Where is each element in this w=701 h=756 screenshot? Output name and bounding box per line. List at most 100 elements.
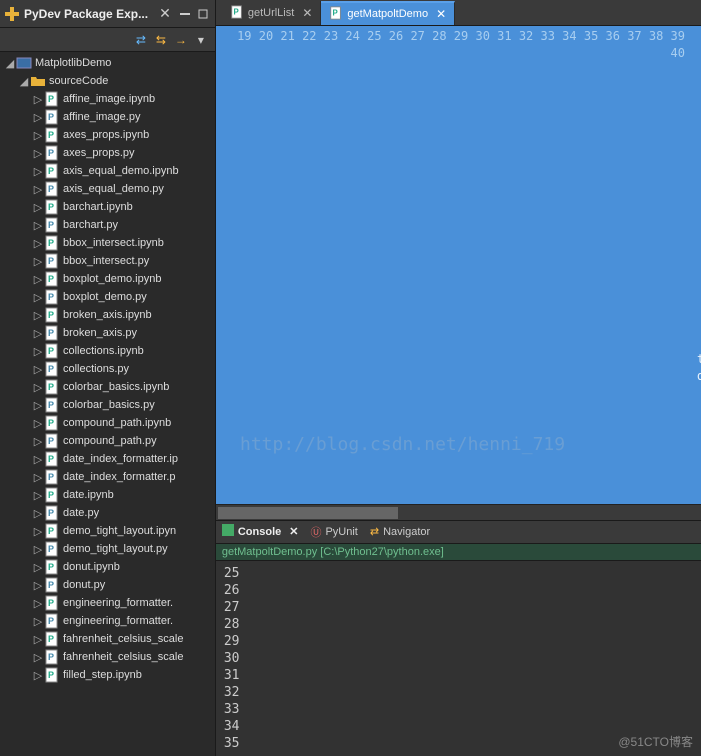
chevron-right-icon[interactable]: ▷ (32, 525, 44, 538)
chevron-right-icon[interactable]: ▷ (32, 147, 44, 160)
chevron-right-icon[interactable]: ▷ (32, 291, 44, 304)
chevron-right-icon[interactable]: ▷ (32, 399, 44, 412)
close-icon[interactable]: ✕ (289, 525, 298, 538)
python-file-icon: P (329, 6, 343, 23)
file-node[interactable]: ▷Paxis_equal_demo.py (0, 180, 215, 198)
chevron-right-icon[interactable]: ▷ (32, 219, 44, 232)
file-node[interactable]: ▷Pdemo_tight_layout.ipyn (0, 522, 215, 540)
python-p-icon: P (44, 236, 60, 250)
chevron-right-icon[interactable]: ▷ (32, 435, 44, 448)
file-node[interactable]: ▷Pdate.ipynb (0, 486, 215, 504)
chevron-right-icon[interactable]: ▷ (32, 273, 44, 286)
file-node[interactable]: ▷Pengineering_formatter. (0, 594, 215, 612)
chevron-right-icon[interactable]: ▷ (32, 471, 44, 484)
file-label: collections.py (63, 363, 129, 375)
file-tree[interactable]: ◢ MatplotlibDemo ◢ sourceCode ▷Paffine_i… (0, 52, 215, 756)
view-menu-icon[interactable]: ▾ (193, 32, 209, 48)
file-node[interactable]: ▷Pbbox_intersect.ipynb (0, 234, 215, 252)
svg-text:P: P (48, 436, 54, 446)
chevron-right-icon[interactable]: ▷ (32, 669, 44, 682)
file-node[interactable]: ▷Pcollections.ipynb (0, 342, 215, 360)
chevron-right-icon[interactable]: ▷ (32, 633, 44, 646)
file-node[interactable]: ▷Pdonut.ipynb (0, 558, 215, 576)
file-node[interactable]: ▷Pcollections.py (0, 360, 215, 378)
close-icon[interactable]: ✕ (302, 6, 312, 20)
chevron-right-icon[interactable]: ▷ (32, 363, 44, 376)
chevron-right-icon[interactable]: ▷ (32, 561, 44, 574)
chevron-right-icon[interactable]: ▷ (32, 579, 44, 592)
file-node[interactable]: ▷Pdate_index_formatter.p (0, 468, 215, 486)
file-node[interactable]: ▷Paxes_props.py (0, 144, 215, 162)
file-node[interactable]: ▷Paxis_equal_demo.ipynb (0, 162, 215, 180)
forward-icon[interactable]: → (173, 32, 189, 48)
console-tab[interactable]: ⓊPyUnit (310, 524, 357, 540)
svg-text:P: P (48, 490, 54, 500)
chevron-right-icon[interactable]: ▷ (32, 93, 44, 106)
chevron-right-icon[interactable]: ▷ (32, 651, 44, 664)
file-node[interactable]: ▷Pcolorbar_basics.py (0, 396, 215, 414)
chevron-right-icon[interactable]: ▷ (32, 381, 44, 394)
chevron-right-icon[interactable]: ▷ (32, 327, 44, 340)
file-node[interactable]: ▷Paffine_image.py (0, 108, 215, 126)
file-node[interactable]: ▷Pfilled_step.ipynb (0, 666, 215, 684)
close-icon[interactable]: ✕ (159, 5, 171, 22)
chevron-right-icon[interactable]: ▷ (32, 165, 44, 178)
chevron-right-icon[interactable]: ▷ (32, 507, 44, 520)
python-file-icon: P (44, 290, 60, 304)
chevron-right-icon[interactable]: ▷ (32, 201, 44, 214)
chevron-right-icon[interactable]: ▷ (32, 129, 44, 142)
file-node[interactable]: ▷Pboxplot_demo.ipynb (0, 270, 215, 288)
code-editor[interactable]: 19 20 21 22 23 24 25 26 27 28 29 30 31 3… (216, 26, 701, 504)
file-node[interactable]: ▷Paffine_image.ipynb (0, 90, 215, 108)
editor-tab[interactable]: PgetUrlList✕ (222, 1, 322, 25)
chevron-right-icon[interactable]: ▷ (32, 615, 44, 628)
link-editor-icon[interactable]: ⇆ (153, 32, 169, 48)
collapse-all-icon[interactable]: ⇄ (133, 32, 149, 48)
file-node[interactable]: ▷Pbbox_intersect.py (0, 252, 215, 270)
file-node[interactable]: ▷Paxes_props.ipynb (0, 126, 215, 144)
chevron-right-icon[interactable]: ▷ (32, 417, 44, 430)
console-tab[interactable]: ⇄Navigator (370, 525, 430, 538)
file-node[interactable]: ▷Pcompound_path.py (0, 432, 215, 450)
chevron-right-icon[interactable]: ▷ (32, 309, 44, 322)
file-node[interactable]: ▷Pengineering_formatter. (0, 612, 215, 630)
svg-text:P: P (48, 418, 54, 428)
close-icon[interactable]: ✕ (436, 7, 446, 21)
file-node[interactable]: ▷Pfahrenheit_celsius_scale (0, 648, 215, 666)
chevron-right-icon[interactable]: ▷ (32, 237, 44, 250)
scrollbar-thumb[interactable] (218, 507, 398, 519)
file-node[interactable]: ▷Pbroken_axis.py (0, 324, 215, 342)
code-area[interactable]: if len(downLoadBtnList)>0: for downLoad … (693, 26, 701, 504)
minimize-icon[interactable] (177, 6, 193, 22)
editor-tab[interactable]: PgetMatpoltDemo✕ (321, 1, 455, 25)
chevron-down-icon[interactable]: ◢ (18, 75, 30, 88)
file-node[interactable]: ▷Pboxplot_demo.py (0, 288, 215, 306)
console-tab[interactable]: Console✕ (222, 524, 299, 539)
chevron-right-icon[interactable]: ▷ (32, 489, 44, 502)
chevron-right-icon[interactable]: ▷ (32, 453, 44, 466)
chevron-right-icon[interactable]: ▷ (32, 111, 44, 124)
file-node[interactable]: ▷Pdate_index_formatter.ip (0, 450, 215, 468)
horizontal-scrollbar[interactable] (216, 504, 701, 520)
file-node[interactable]: ▷Pbarchart.ipynb (0, 198, 215, 216)
chevron-right-icon[interactable]: ▷ (32, 183, 44, 196)
chevron-right-icon[interactable]: ▷ (32, 543, 44, 556)
chevron-right-icon[interactable]: ▷ (32, 345, 44, 358)
python-file-icon: P (44, 434, 60, 448)
maximize-icon[interactable] (195, 6, 211, 22)
chevron-down-icon[interactable]: ◢ (4, 57, 16, 70)
chevron-right-icon[interactable]: ▷ (32, 255, 44, 268)
file-node[interactable]: ▷Pbarchart.py (0, 216, 215, 234)
folder-node[interactable]: ◢ sourceCode (0, 72, 215, 90)
console-output[interactable]: 25 26 27 28 29 30 31 32 33 34 35 (216, 561, 701, 756)
file-node[interactable]: ▷Pdonut.py (0, 576, 215, 594)
file-node[interactable]: ▷Pcompound_path.ipynb (0, 414, 215, 432)
file-node[interactable]: ▷Pcolorbar_basics.ipynb (0, 378, 215, 396)
file-node[interactable]: ▷Pbroken_axis.ipynb (0, 306, 215, 324)
svg-text:P: P (48, 526, 54, 536)
file-node[interactable]: ▷Pfahrenheit_celsius_scale (0, 630, 215, 648)
file-node[interactable]: ▷Pdemo_tight_layout.py (0, 540, 215, 558)
project-node[interactable]: ◢ MatplotlibDemo (0, 54, 215, 72)
chevron-right-icon[interactable]: ▷ (32, 597, 44, 610)
file-node[interactable]: ▷Pdate.py (0, 504, 215, 522)
